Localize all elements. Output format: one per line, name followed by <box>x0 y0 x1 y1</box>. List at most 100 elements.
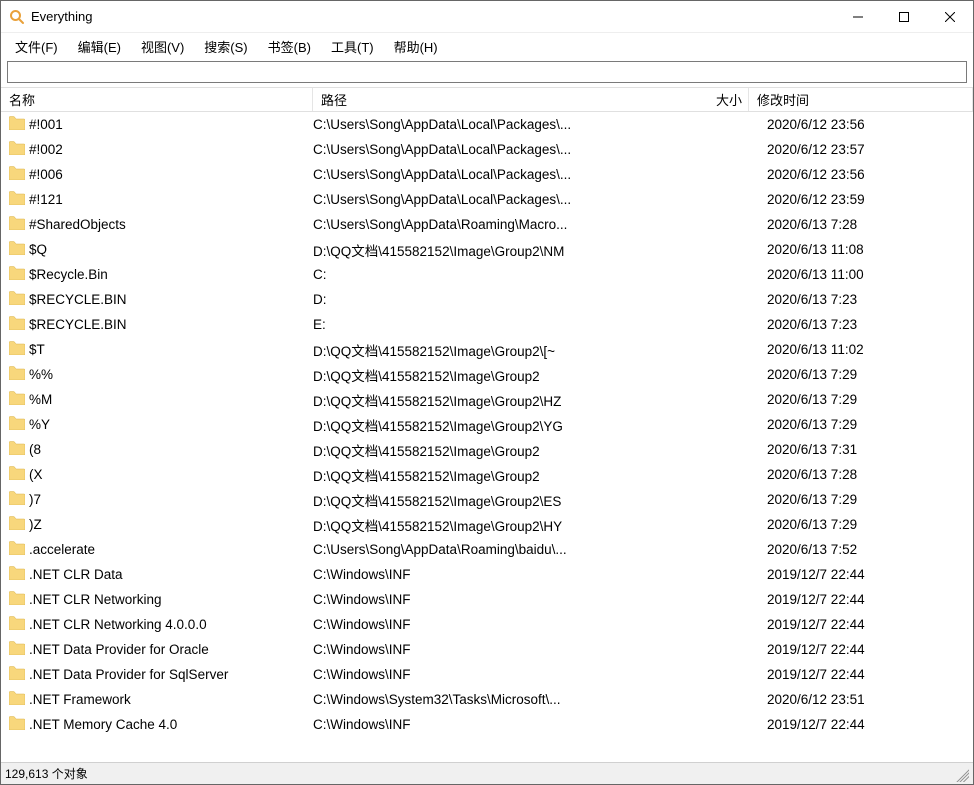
cell-name: )Z <box>9 516 313 533</box>
row-name-text: %M <box>29 392 52 407</box>
table-row[interactable]: #!002C:\Users\Song\AppData\Local\Package… <box>1 137 973 162</box>
search-input[interactable] <box>7 61 967 83</box>
row-name-text: .NET Memory Cache 4.0 <box>29 717 177 732</box>
close-button[interactable] <box>927 1 973 33</box>
cell-path: D:\QQ文档\415582152\Image\Group2 <box>313 365 749 385</box>
table-row[interactable]: #SharedObjects C:\Users\Song\AppData\Roam… <box>1 212 973 237</box>
cell-name: #SharedObjects <box>9 216 313 233</box>
cell-path: C:\Users\Song\AppData\Roaming\Macro... <box>313 217 749 232</box>
table-row[interactable]: $QD:\QQ文档\415582152\Image\Group2\NM2020/… <box>1 237 973 262</box>
table-row[interactable]: .accelerateC:\Users\Song\AppData\Roaming… <box>1 537 973 562</box>
table-row[interactable]: $RECYCLE.BINE:2020/6/13 7:23 <box>1 312 973 337</box>
results-list[interactable]: #!001C:\Users\Song\AppData\Local\Package… <box>1 112 973 762</box>
menu-item-1[interactable]: 编辑(E) <box>68 34 131 59</box>
folder-icon <box>9 116 25 133</box>
folder-icon <box>9 191 25 208</box>
row-name-text: %% <box>29 367 53 382</box>
folder-icon <box>9 466 25 483</box>
row-name-text: #!121 <box>29 192 63 207</box>
cell-path: D:\QQ文档\415582152\Image\Group2\HY <box>313 515 749 535</box>
table-row[interactable]: .NET Data Provider for SqlServerC:\Windo… <box>1 662 973 687</box>
cell-name: %Y <box>9 416 313 433</box>
row-name-text: $Recycle.Bin <box>29 267 108 282</box>
table-row[interactable]: %YD:\QQ文档\415582152\Image\Group2\YG2020/… <box>1 412 973 437</box>
table-row[interactable]: )Z D:\QQ文档\415582152\Image\Group2\HY2020/… <box>1 512 973 537</box>
cell-name: .NET CLR Networking 4.0.0.0 <box>9 616 313 633</box>
cell-modified: 2020/6/13 7:29 <box>749 517 973 532</box>
table-row[interactable]: #!001C:\Users\Song\AppData\Local\Package… <box>1 112 973 137</box>
cell-modified: 2020/6/13 7:28 <box>749 217 973 232</box>
menu-item-6[interactable]: 帮助(H) <box>384 34 448 59</box>
results-container: #!001C:\Users\Song\AppData\Local\Package… <box>1 112 973 762</box>
minimize-button[interactable] <box>835 1 881 33</box>
table-row[interactable]: $RECYCLE.BIND:2020/6/13 7:23 <box>1 287 973 312</box>
resize-grip-icon[interactable] <box>953 766 969 782</box>
cell-name: %M <box>9 391 313 408</box>
table-row[interactable]: %MD:\QQ文档\415582152\Image\Group2\HZ2020/… <box>1 387 973 412</box>
table-row[interactable]: %%D:\QQ文档\415582152\Image\Group22020/6/1… <box>1 362 973 387</box>
row-name-text: (X <box>29 467 43 482</box>
table-row[interactable]: .NET CLR DataC:\Windows\INF2019/12/7 22:… <box>1 562 973 587</box>
cell-modified: 2020/6/13 7:31 <box>749 442 973 457</box>
cell-path: C:\Windows\INF <box>313 642 749 657</box>
cell-path: D:\QQ文档\415582152\Image\Group2 <box>313 440 749 460</box>
row-name-text: $RECYCLE.BIN <box>29 292 127 307</box>
app-icon <box>9 9 25 25</box>
table-row[interactable]: .NET Data Provider for Oracle C:\Windows\… <box>1 637 973 662</box>
folder-icon <box>9 641 25 658</box>
table-row[interactable]: .NET Memory Cache 4.0C:\Windows\INF2019/… <box>1 712 973 737</box>
menu-item-4[interactable]: 书签(B) <box>258 34 321 59</box>
folder-icon <box>9 316 25 333</box>
status-count: 129,613 个对象 <box>5 765 88 782</box>
cell-modified: 2019/12/7 22:44 <box>749 667 973 682</box>
folder-icon <box>9 166 25 183</box>
header-path[interactable]: 路径 大小 <box>313 88 749 111</box>
folder-icon <box>9 491 25 508</box>
menu-item-2[interactable]: 视图(V) <box>131 34 194 59</box>
maximize-button[interactable] <box>881 1 927 33</box>
cell-path: D:\QQ文档\415582152\Image\Group2\ES <box>313 490 749 510</box>
folder-icon <box>9 241 25 258</box>
cell-path: C:\Windows\INF <box>313 567 749 582</box>
cell-name: .NET CLR Data <box>9 566 313 583</box>
cell-modified: 2019/12/7 22:44 <box>749 642 973 657</box>
list-virtual-spacer <box>1 737 973 762</box>
folder-icon <box>9 716 25 733</box>
table-row[interactable]: .NET CLR NetworkingC:\Windows\INF2019/12… <box>1 587 973 612</box>
cell-name: .accelerate <box>9 541 313 558</box>
cell-name: $Recycle.Bin <box>9 266 313 283</box>
table-row[interactable]: (XD:\QQ文档\415582152\Image\Group22020/6/1… <box>1 462 973 487</box>
cell-modified: 2020/6/12 23:51 <box>749 692 973 707</box>
folder-icon <box>9 416 25 433</box>
cell-modified: 2020/6/13 11:00 <box>749 267 973 282</box>
cell-modified: 2020/6/13 7:29 <box>749 417 973 432</box>
row-name-text: )7 <box>29 492 41 507</box>
cell-modified: 2020/6/13 7:52 <box>749 542 973 557</box>
menu-item-5[interactable]: 工具(T) <box>321 34 384 59</box>
table-row[interactable]: $TD:\QQ文档\415582152\Image\Group2\[~2020/… <box>1 337 973 362</box>
cell-name: %% <box>9 366 313 383</box>
table-row[interactable]: (8D:\QQ文档\415582152\Image\Group22020/6/1… <box>1 437 973 462</box>
row-name-text: .NET CLR Networking <box>29 592 162 607</box>
header-name[interactable]: 名称 <box>1 88 313 111</box>
cell-path: D:\QQ文档\415582152\Image\Group2\HZ <box>313 390 749 410</box>
table-row[interactable]: #!121C:\Users\Song\AppData\Local\Package… <box>1 187 973 212</box>
folder-icon <box>9 366 25 383</box>
table-row[interactable]: .NET CLR Networking 4.0.0.0C:\Windows\IN… <box>1 612 973 637</box>
menu-item-0[interactable]: 文件(F) <box>5 34 68 59</box>
table-row[interactable]: )7D:\QQ文档\415582152\Image\Group2\ES2020/… <box>1 487 973 512</box>
cell-path: C:\Windows\INF <box>313 592 749 607</box>
folder-icon <box>9 541 25 558</box>
row-name-text: )Z <box>29 517 42 532</box>
menu-item-3[interactable]: 搜索(S) <box>194 34 257 59</box>
menubar: 文件(F)编辑(E)视图(V)搜索(S)书签(B)工具(T)帮助(H) <box>1 33 973 59</box>
table-row[interactable]: .NET FrameworkC:\Windows\System32\Tasks\… <box>1 687 973 712</box>
cell-name: #!006 <box>9 166 313 183</box>
row-name-text: .NET Data Provider for Oracle <box>29 642 209 657</box>
row-name-text: #SharedObjects <box>29 217 126 232</box>
cell-name: #!002 <box>9 141 313 158</box>
header-modified[interactable]: 修改时间 <box>749 88 973 111</box>
table-row[interactable]: #!006C:\Users\Song\AppData\Local\Package… <box>1 162 973 187</box>
row-name-text: $Q <box>29 242 47 257</box>
table-row[interactable]: $Recycle.BinC:2020/6/13 11:00 <box>1 262 973 287</box>
